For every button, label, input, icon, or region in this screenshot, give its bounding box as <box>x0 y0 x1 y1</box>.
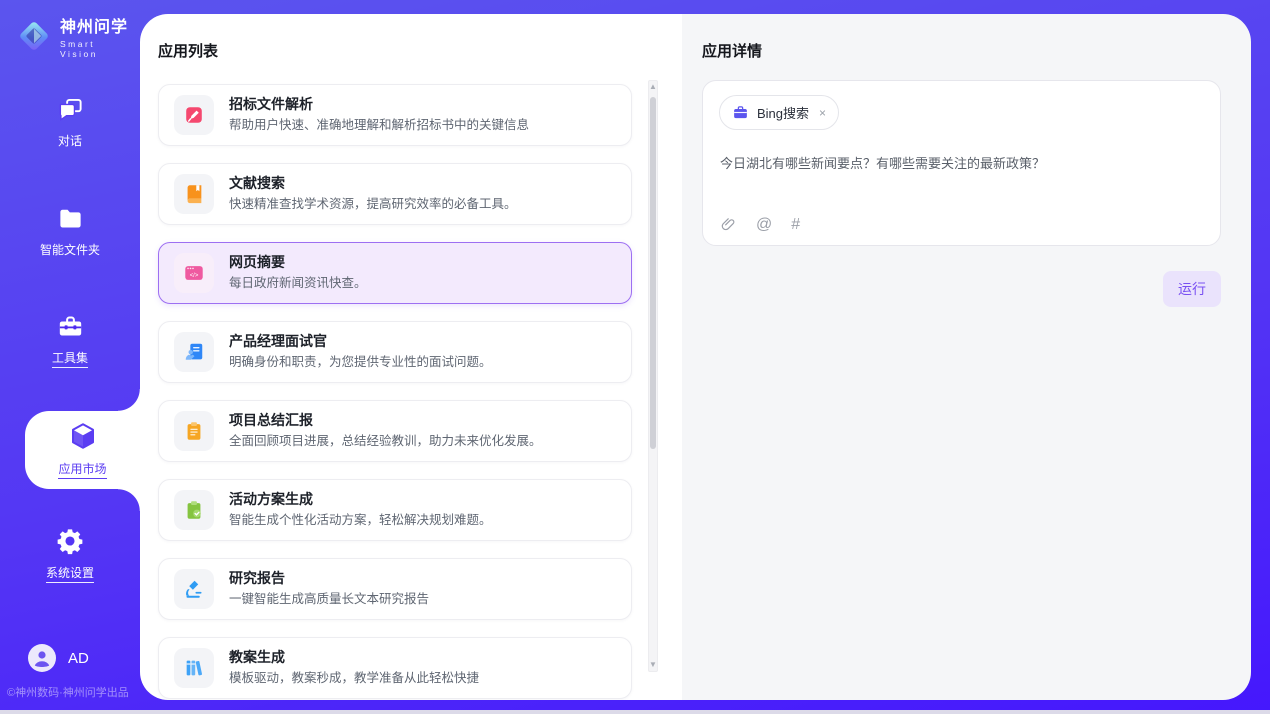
tool-chip-label: Bing搜索 <box>757 103 809 122</box>
sidebar-item-toolset[interactable]: 工具集 <box>0 302 140 378</box>
app-desc: 帮助用户快速、准确地理解和解析招标书中的关键信息 <box>229 118 529 133</box>
app-name: 教案生成 <box>229 650 479 664</box>
brand-name: 神州问学 <box>60 13 134 37</box>
app-name: 招标文件解析 <box>229 97 529 111</box>
folder-icon <box>57 205 84 232</box>
run-button[interactable]: 运行 <box>1163 271 1221 307</box>
main-content: 应用列表 招标文件解析 帮助用户快速、准确地理解和解析招标书中的关键信息 <box>140 14 1251 700</box>
sidebar: 神州问学 Smart Vision 对话 <box>0 0 140 710</box>
app-name: 活动方案生成 <box>229 492 492 506</box>
window-bottom-edge <box>0 710 1270 714</box>
paperclip-icon[interactable] <box>720 216 737 233</box>
app-desc: 模板驱动，教案秒成，教学准备从此轻松快捷 <box>229 671 479 686</box>
user-profile[interactable]: AD <box>28 644 89 672</box>
scroll-up-icon[interactable]: ▲ <box>649 81 657 93</box>
book-icon <box>174 174 214 214</box>
app-desc: 快速精准查找学术资源，提高研究效率的必备工具。 <box>229 197 517 212</box>
attachment-toolbar: @ # <box>720 216 800 233</box>
gear-icon <box>56 527 84 555</box>
scroll-down-icon[interactable]: ▼ <box>649 659 657 671</box>
cube-icon <box>68 421 98 451</box>
app-name: 产品经理面试官 <box>229 334 492 348</box>
toolbox-icon <box>57 313 84 340</box>
clipboard-check-icon <box>174 490 214 530</box>
clipboard-icon <box>174 411 214 451</box>
sidebar-item-settings[interactable]: 系统设置 <box>0 517 140 593</box>
chip-close-icon[interactable]: × <box>817 106 826 120</box>
app-name: 网页摘要 <box>229 255 367 269</box>
app-desc: 全面回顾项目进展，总结经验教训，助力未来优化发展。 <box>229 434 542 449</box>
sidebar-item-smart-folder[interactable]: 智能文件夹 <box>0 193 140 269</box>
chat-icon <box>57 96 84 123</box>
avatar-icon <box>28 644 56 672</box>
sidebar-item-chat[interactable]: 对话 <box>0 84 140 160</box>
doc-edit-icon <box>174 95 214 135</box>
app-desc: 每日政府新闻资讯快查。 <box>229 276 367 291</box>
app-detail-panel: 应用详情 Bing搜索 × 今日湖北有哪些新闻要点？有哪些需要关注的最新政策？ <box>682 14 1251 700</box>
app-card-literature-search[interactable]: 文献搜索 快速精准查找学术资源，提高研究效率的必备工具。 <box>158 163 632 225</box>
tool-chip-bing-search[interactable]: Bing搜索 × <box>719 95 839 130</box>
brand-logo: 神州问学 Smart Vision <box>0 0 140 56</box>
app-name: 文献搜索 <box>229 176 517 190</box>
copyright-text: ©神州数码·神州问学出品 <box>7 684 129 700</box>
books-icon <box>174 648 214 688</box>
app-desc: 明确身份和职责，为您提供专业性的面试问题。 <box>229 355 492 370</box>
sidebar-item-app-market[interactable]: 应用市场 <box>25 411 140 489</box>
prompt-input-card[interactable]: Bing搜索 × 今日湖北有哪些新闻要点？有哪些需要关注的最新政策？ @ # <box>702 80 1221 246</box>
app-window: 神州问学 Smart Vision 对话 <box>0 0 1270 714</box>
app-card-bid-parsing[interactable]: 招标文件解析 帮助用户快速、准确地理解和解析招标书中的关键信息 <box>158 84 632 146</box>
app-list-scrollbar[interactable]: ▲ ▼ <box>648 80 658 672</box>
app-card-lesson-plan[interactable]: 教案生成 模板驱动，教案秒成，教学准备从此轻松快捷 <box>158 637 632 699</box>
query-text[interactable]: 今日湖北有哪些新闻要点？有哪些需要关注的最新政策？ <box>720 153 1204 172</box>
app-card-project-summary[interactable]: 项目总结汇报 全面回顾项目进展，总结经验教训，助力未来优化发展。 <box>158 400 632 462</box>
sidebar-item-label: 应用市场 <box>58 460 106 479</box>
sidebar-item-label: 工具集 <box>52 349 88 368</box>
app-list-title: 应用列表 <box>158 40 218 61</box>
app-desc: 智能生成个性化活动方案，轻松解决规划难题。 <box>229 513 492 528</box>
app-cards: 招标文件解析 帮助用户快速、准确地理解和解析招标书中的关键信息 文献搜索 <box>158 84 632 700</box>
resume-icon <box>174 332 214 372</box>
hashtag-icon[interactable]: # <box>791 217 800 233</box>
app-card-web-summary[interactable]: </> 网页摘要 每日政府新闻资讯快查。 <box>158 242 632 304</box>
svg-text:</>: </> <box>190 273 199 279</box>
sidebar-item-label: 对话 <box>58 132 82 149</box>
user-initials: AD <box>68 650 89 667</box>
sidebar-item-label: 系统设置 <box>46 564 94 583</box>
app-name: 项目总结汇报 <box>229 413 542 427</box>
browser-code-icon: </> <box>174 253 214 293</box>
app-detail-title: 应用详情 <box>702 40 762 61</box>
scrollbar-thumb[interactable] <box>650 97 656 449</box>
app-card-event-plan[interactable]: 活动方案生成 智能生成个性化活动方案，轻松解决规划难题。 <box>158 479 632 541</box>
brand-diamond-icon <box>16 18 52 54</box>
mention-icon[interactable]: @ <box>756 217 772 233</box>
briefcase-icon <box>732 104 749 121</box>
sidebar-item-label: 智能文件夹 <box>40 241 100 258</box>
app-card-pm-interviewer[interactable]: 产品经理面试官 明确身份和职责，为您提供专业性的面试问题。 <box>158 321 632 383</box>
app-desc: 一键智能生成高质量长文本研究报告 <box>229 592 429 607</box>
sidebar-nav: 对话 智能文件夹 <box>0 84 140 593</box>
app-card-research-report[interactable]: 研究报告 一键智能生成高质量长文本研究报告 <box>158 558 632 620</box>
app-name: 研究报告 <box>229 571 429 585</box>
app-list-panel: 应用列表 招标文件解析 帮助用户快速、准确地理解和解析招标书中的关键信息 <box>140 14 682 700</box>
brand-subtitle: Smart Vision <box>60 39 134 59</box>
microscope-icon <box>174 569 214 609</box>
